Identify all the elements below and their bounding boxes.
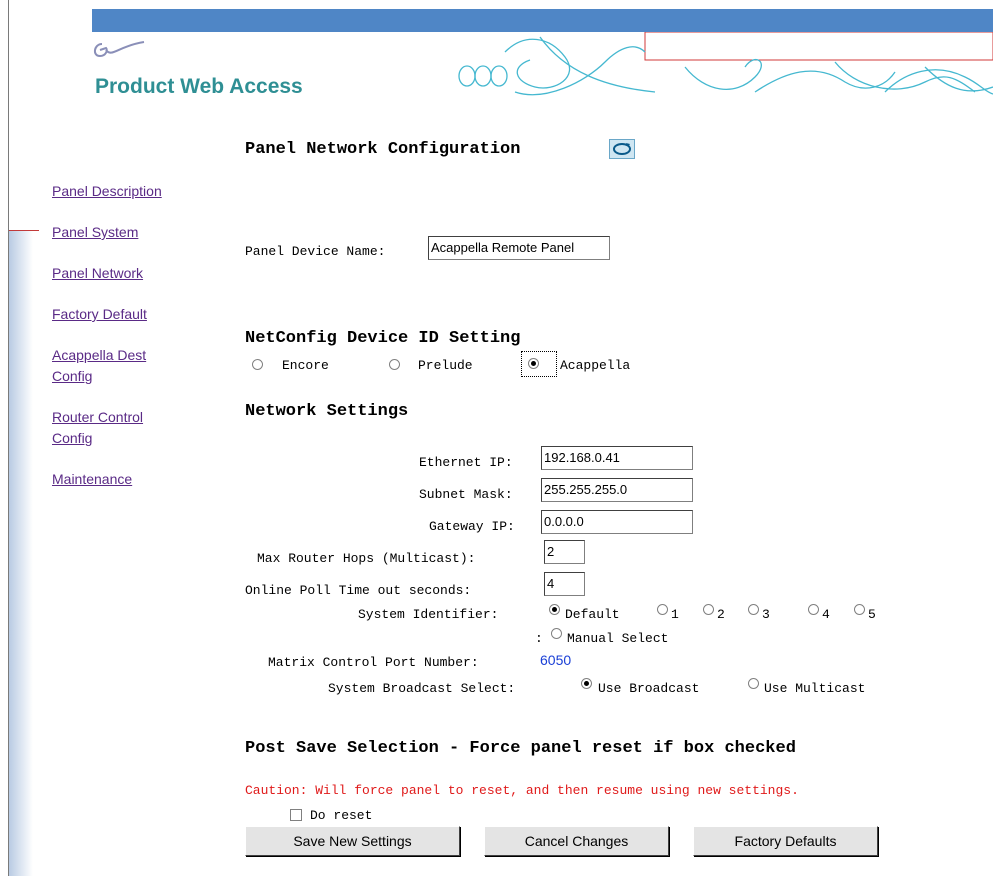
system-identifier-label: System Identifier: [358,607,499,622]
radio-use-multicast-label: Use Multicast [764,681,866,696]
subnet-mask-label: Subnet Mask: [419,487,513,502]
radio-sysid-4[interactable] [808,604,819,615]
radio-sysid-5[interactable] [854,604,865,615]
ethernet-ip-field[interactable]: 192.168.0.41 [541,446,693,470]
radio-manual-select-label: Manual Select [567,631,669,646]
radio-sysid-3[interactable] [748,604,759,615]
caution-text: Caution: Will force panel to reset, and … [245,783,799,798]
left-gradient [9,230,33,876]
save-new-settings-button[interactable]: Save New Settings [245,826,460,856]
nav-panel-system[interactable]: Panel System [52,222,138,242]
do-reset-label: Do reset [310,808,373,823]
radio-sysid-2[interactable] [703,604,714,615]
radio-sysid-1[interactable] [657,604,668,615]
do-reset-checkbox[interactable] [290,809,302,821]
brand-title: Product Web Access [95,75,303,98]
subnet-mask-field[interactable]: 255.255.255.0 [541,478,693,502]
gateway-ip-field[interactable]: 0.0.0.0 [541,510,693,534]
radio-encore-label: Encore [282,358,329,373]
radio-sysid-2-label: 2 [717,607,725,622]
ethernet-ip-label: Ethernet IP: [419,455,513,470]
radio-manual-select[interactable] [551,628,562,639]
post-save-heading: Post Save Selection - Force panel reset … [245,739,796,758]
network-settings-heading: Network Settings [245,402,409,421]
refresh-icon [613,143,631,155]
radio-use-multicast[interactable] [748,678,759,689]
radio-prelude[interactable] [389,359,400,370]
nav-router-control-config[interactable]: Router Control [52,407,143,427]
radio-use-broadcast[interactable] [581,678,592,689]
nav-acappella-dest-config-line2[interactable]: Config [52,366,92,386]
device-name-field[interactable]: Acappella Remote Panel [428,236,610,260]
gateway-ip-label: Gateway IP: [429,519,515,534]
radio-sysid-5-label: 5 [868,607,876,622]
radio-encore[interactable] [252,359,263,370]
nav-router-control-config-line2[interactable]: Config [52,428,92,448]
matrix-port-value: 6050 [540,652,572,668]
grass-valley-logo-icon [94,41,145,58]
max-router-hops-field[interactable]: 2 [544,540,585,564]
header-bar [92,9,993,32]
radio-sysid-1-label: 1 [671,607,679,622]
manual-select-prefix: : [535,631,543,646]
left-accent-line [9,230,39,231]
nav-panel-network[interactable]: Panel Network [52,263,143,283]
device-name-label: Panel Device Name: [245,244,386,259]
radio-sysid-3-label: 3 [762,607,770,622]
broadcast-select-label: System Broadcast Select: [328,681,516,696]
header-decoration [458,32,993,96]
refresh-button[interactable] [609,139,635,159]
radio-sysid-default[interactable] [549,604,560,615]
max-router-hops-label: Max Router Hops (Multicast): [257,551,476,566]
radio-prelude-label: Prelude [418,358,473,373]
radio-sysid-default-label: Default [565,607,620,622]
radio-acappella-label: Acappella [560,358,631,373]
poll-timeout-label: Online Poll Time out seconds: [245,583,472,598]
nav-factory-default[interactable]: Factory Default [52,304,147,324]
radio-acappella[interactable] [528,358,539,369]
window-top [0,0,993,8]
matrix-port-label: Matrix Control Port Number: [268,655,479,670]
nav-panel-description[interactable]: Panel Description [52,181,162,201]
cancel-changes-button[interactable]: Cancel Changes [484,826,669,856]
page-title: Panel Network Configuration [245,140,521,159]
factory-defaults-button[interactable]: Factory Defaults [693,826,878,856]
netconfig-heading: NetConfig Device ID Setting [245,329,521,348]
radio-use-broadcast-label: Use Broadcast [598,681,700,696]
poll-timeout-field[interactable]: 4 [544,572,585,596]
radio-sysid-4-label: 4 [822,607,830,622]
focus-outline [521,351,557,377]
nav-maintenance[interactable]: Maintenance [52,469,132,489]
nav-acappella-dest-config[interactable]: Acappella Dest [52,345,146,365]
